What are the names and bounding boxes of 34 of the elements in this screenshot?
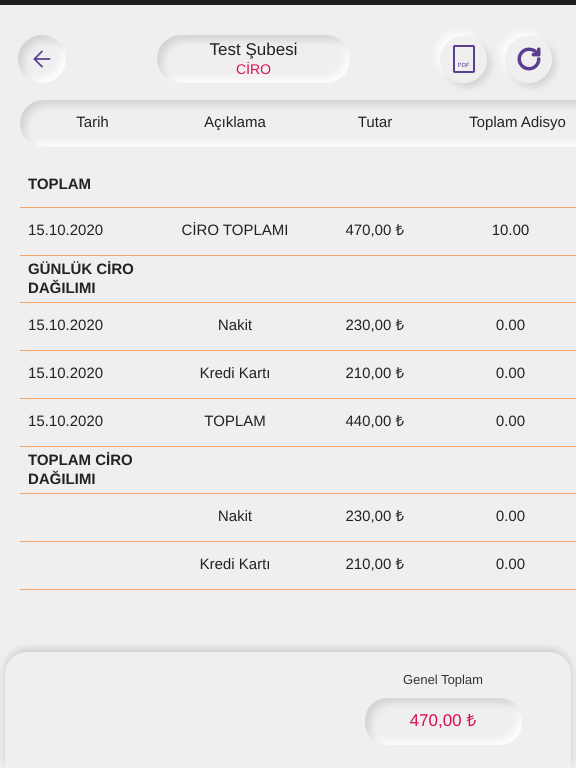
- branch-title: Test Şubesi: [210, 40, 298, 60]
- column-header[interactable]: Açıklama: [204, 112, 266, 135]
- table-cell-text: 230,00 ₺: [345, 507, 405, 528]
- table-cell-text: 10.00: [492, 221, 530, 242]
- refresh-icon: [516, 46, 542, 72]
- column-header[interactable]: Tutar: [358, 112, 392, 135]
- table-cell-text: 15.10.2020: [28, 221, 104, 242]
- table-cell-text: Kredi Kartı: [200, 555, 270, 576]
- table-cell-text: 15.10.2020: [28, 364, 104, 384]
- section-heading: GÜNLÜK CİRO DAĞILIMI: [28, 260, 135, 298]
- column-header[interactable]: Toplam Adisyo: [469, 112, 566, 135]
- table-cell-text: 230,00 ₺: [345, 316, 405, 336]
- table-cell-text: 470,00 ₺: [345, 221, 405, 242]
- table-cell-text: CİRO TOPLAMI: [182, 221, 288, 242]
- table-cell-text: 440,00 ₺: [345, 412, 405, 432]
- table-cell-text: 15.10.2020: [28, 316, 104, 336]
- table-cell-text: 15.10.2020: [28, 412, 104, 432]
- table-cell-text: Kredi Kartı: [200, 364, 270, 384]
- section-heading: TOPLAM CİRO DAĞILIMI: [28, 451, 134, 489]
- grand-total-field: 470,00 ₺: [364, 698, 522, 744]
- table-cell-text: Nakit: [218, 316, 252, 336]
- report-subtitle: CİRO: [236, 60, 271, 78]
- table-cell-text: 0.00: [496, 555, 526, 576]
- grand-total-label: Genel Toplam: [403, 671, 483, 689]
- section-heading: TOPLAM: [28, 174, 92, 194]
- table-cell-text: 0.00: [496, 316, 526, 336]
- column-header[interactable]: Tarih: [76, 112, 109, 135]
- table-cell-text: 210,00 ₺: [345, 364, 405, 384]
- table-cell-text: 0.00: [496, 507, 526, 528]
- table-cell-text: 0.00: [496, 412, 526, 432]
- table-cell-text: 0.00: [496, 364, 526, 384]
- table-cell-text: 210,00 ₺: [345, 555, 405, 576]
- table-cell-text: TOPLAM: [204, 412, 266, 432]
- table-cell-text: Nakit: [218, 507, 252, 528]
